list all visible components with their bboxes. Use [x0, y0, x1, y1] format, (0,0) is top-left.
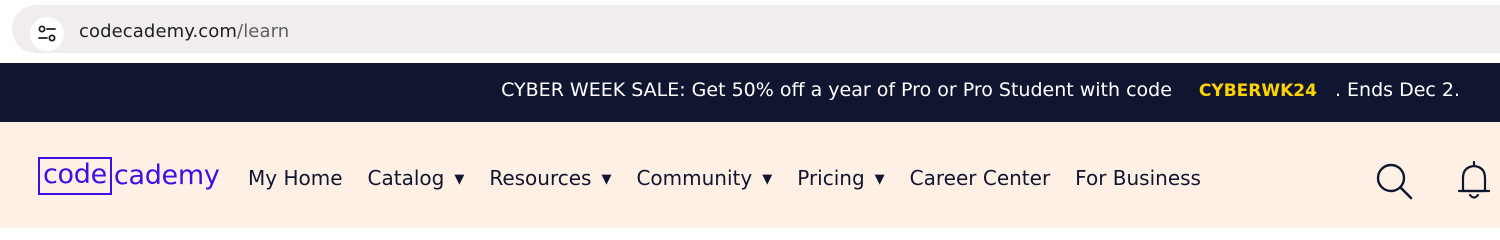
- caret-down-icon: ▼: [762, 171, 773, 187]
- promo-text: CYBER WEEK SALE: Get 50% off a year of P…: [501, 79, 1172, 101]
- promo-banner: CYBER WEEK SALE: Get 50% off a year of P…: [0, 63, 1500, 122]
- notifications-button[interactable]: [1456, 160, 1492, 202]
- nav-item-label: Community: [636, 166, 753, 190]
- promo-content: CYBER WEEK SALE: Get 50% off a year of P…: [501, 79, 1460, 101]
- search-icon: [1376, 163, 1413, 200]
- nav-item-label: Resources: [489, 166, 592, 190]
- nav-item-label: Pricing: [797, 166, 865, 190]
- nav-item-career-center[interactable]: Career Center: [910, 166, 1051, 190]
- url-host: codecademy.com: [79, 21, 238, 42]
- nav-menu: My Home Catalog ▼ Resources ▼ Community …: [248, 166, 1226, 190]
- nav-item-catalog[interactable]: Catalog ▼: [368, 166, 465, 190]
- url-path: /learn: [237, 21, 290, 42]
- search-button[interactable]: [1374, 161, 1414, 201]
- promo-suffix: . Ends Dec 2.: [1334, 79, 1460, 101]
- nav-item-community[interactable]: Community ▼: [636, 166, 772, 190]
- address-bar[interactable]: codecademy.com/learn: [12, 5, 1500, 53]
- codecademy-logo[interactable]: code cademy: [38, 157, 220, 195]
- nav-item-my-home[interactable]: My Home: [248, 166, 343, 190]
- site-info-icon[interactable]: [30, 17, 64, 51]
- caret-down-icon: ▼: [454, 171, 465, 187]
- nav-item-for-business[interactable]: For Business: [1075, 166, 1201, 190]
- promo-code: CYBERWK24: [1198, 81, 1317, 101]
- nav-item-label: For Business: [1075, 166, 1201, 190]
- nav-item-label: My Home: [248, 166, 343, 190]
- site-nav: code cademy My Home Catalog ▼ Resources ▼…: [0, 122, 1500, 228]
- bell-icon: [1457, 160, 1491, 199]
- browser-toolbar: codecademy.com/learn: [0, 0, 1500, 62]
- nav-item-label: Catalog: [367, 166, 445, 190]
- caret-down-icon: ▼: [601, 171, 612, 187]
- tune-icon: [38, 25, 56, 42]
- nav-item-label: Career Center: [909, 166, 1051, 190]
- logo-cademy: cademy: [113, 159, 220, 191]
- url-text[interactable]: codecademy.com/learn: [79, 21, 289, 42]
- caret-down-icon: ▼: [874, 171, 885, 187]
- nav-item-pricing[interactable]: Pricing ▼: [797, 166, 884, 190]
- nav-item-resources[interactable]: Resources ▼: [489, 166, 611, 190]
- logo-code-box: code: [38, 157, 112, 195]
